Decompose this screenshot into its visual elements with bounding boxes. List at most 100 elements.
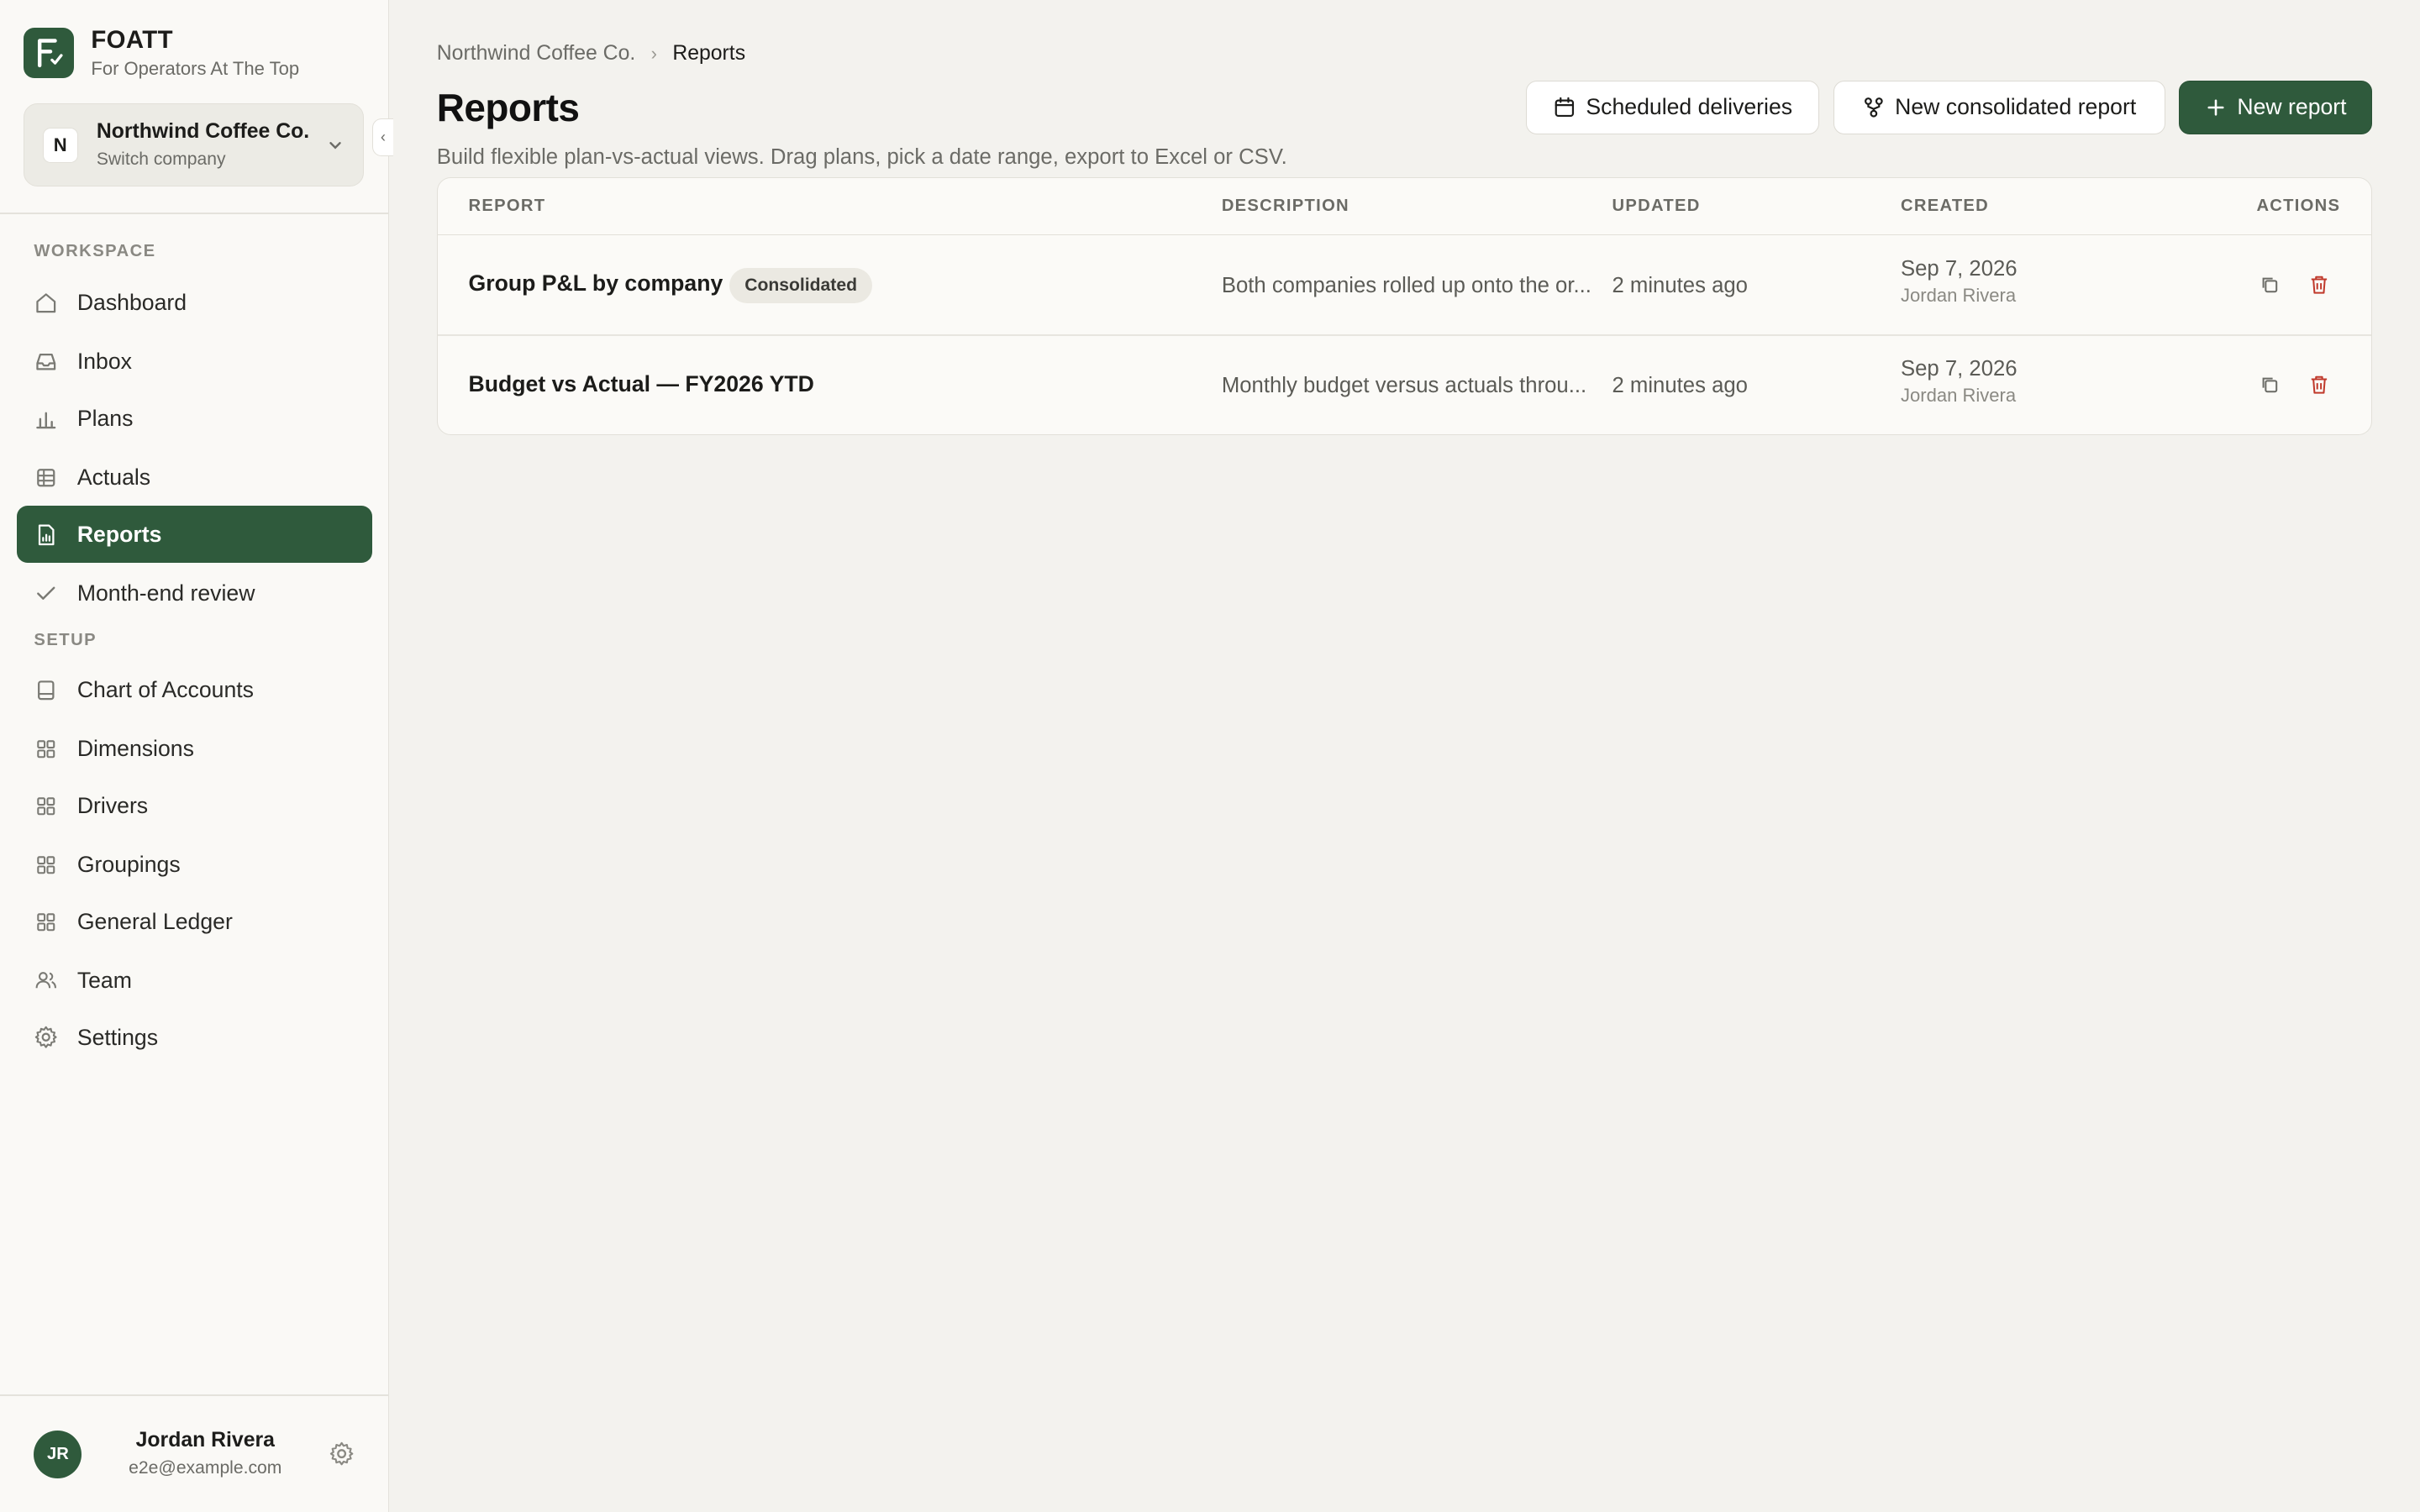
sidebar-item-label: General Ledger: [76, 908, 233, 934]
grid-icon: [34, 910, 58, 934]
company-switcher[interactable]: N Northwind Coffee Co. Switch company: [23, 103, 365, 187]
report-icon: [34, 522, 58, 547]
new-consolidated-report-button[interactable]: New consolidated report: [1833, 80, 2165, 134]
chevron-down-icon: [329, 141, 342, 150]
created-by: Jordan Rivera: [1900, 284, 2017, 306]
sidebar-item-label: Dimensions: [76, 736, 194, 762]
trash-icon[interactable]: [2308, 274, 2330, 296]
switch-company-label: Switch company: [96, 150, 226, 170]
chevron-left-icon: ‹: [380, 128, 387, 146]
brand-tagline: For Operators At The Top: [91, 57, 300, 79]
reports-table: REPORT DESCRIPTION UPDATED CREATED ACTIO…: [436, 177, 2372, 435]
company-avatar: N: [42, 127, 78, 163]
bar-chart-icon: [34, 407, 58, 431]
nav-section-setup: SETUP: [34, 631, 97, 650]
users-icon: [34, 969, 58, 993]
grid-icon: [34, 737, 58, 761]
sidebar-item-label: Month-end review: [76, 580, 255, 606]
book-icon: [34, 678, 58, 702]
sidebar-item-plans[interactable]: Plans: [17, 391, 371, 448]
avatar[interactable]: JR: [34, 1430, 82, 1478]
sidebar-item-label: Actuals: [76, 464, 151, 490]
sidebar-item-label: Groupings: [76, 851, 181, 877]
nav-section-workspace: WORKSPACE: [34, 242, 156, 261]
breadcrumb-current: Reports: [672, 41, 746, 65]
column-header-created[interactable]: CREATED: [1901, 197, 1989, 216]
page-subtitle: Build flexible plan-vs-actual views. Dra…: [436, 144, 1287, 169]
sidebar-item-team[interactable]: Team: [17, 952, 371, 1009]
column-header-actions: ACTIONS: [2256, 197, 2341, 216]
brand-logo-icon: [23, 27, 75, 79]
calendar-icon: [1554, 97, 1576, 118]
table-row[interactable]: Budget vs Actual — FY2026 YTD Monthly bu…: [438, 336, 2371, 434]
brand-name: FOATT: [91, 26, 173, 55]
new-report-label: New report: [2237, 94, 2347, 120]
sidebar-item-general-ledger[interactable]: General Ledger: [17, 893, 371, 950]
brand[interactable]: FOATT For Operators At The Top: [23, 26, 300, 80]
grid-icon: [34, 794, 58, 818]
gear-icon: [34, 1025, 58, 1049]
report-created: Sep 7, 2026 Jordan Rivera: [1901, 257, 2018, 307]
report-updated: 2 minutes ago: [1612, 374, 1748, 398]
sidebar-divider: [0, 213, 389, 215]
created-date: Sep 7, 2026: [1900, 256, 2018, 281]
table-row[interactable]: Group P&L by company Consolidated Both c…: [438, 235, 2371, 335]
new-consolidated-report-label: New consolidated report: [1895, 94, 2137, 120]
sidebar-item-inbox[interactable]: Inbox: [17, 333, 371, 391]
sidebar-item-settings[interactable]: Settings: [17, 1009, 371, 1066]
inbox-icon: [34, 349, 58, 374]
sidebar-item-actuals[interactable]: Actuals: [17, 449, 371, 506]
report-updated: 2 minutes ago: [1612, 274, 1748, 298]
company-name: Northwind Coffee Co.: [96, 119, 310, 143]
breadcrumb: Northwind Coffee Co. › Reports: [437, 42, 745, 66]
sidebar-item-label: Plans: [76, 406, 134, 432]
report-created: Sep 7, 2026 Jordan Rivera: [1901, 357, 2018, 407]
sidebar-item-drivers[interactable]: Drivers: [17, 778, 371, 835]
user-name: Jordan Rivera: [135, 1428, 275, 1452]
report-name-link[interactable]: Group P&L by company: [469, 270, 723, 297]
report-description: Monthly budget versus actuals throu...: [1221, 374, 1587, 398]
page-title: Reports: [436, 86, 580, 130]
report-name-link[interactable]: Budget vs Actual — FY2026 YTD: [469, 371, 814, 397]
gear-icon[interactable]: [329, 1441, 355, 1467]
sidebar-item-label: Drivers: [76, 793, 149, 819]
status-badge: Consolidated: [729, 267, 873, 303]
scheduled-deliveries-button[interactable]: Scheduled deliveries: [1526, 80, 1820, 134]
sidebar-item-label: Team: [76, 967, 132, 993]
sidebar-item-label: Chart of Accounts: [76, 677, 254, 703]
created-date: Sep 7, 2026: [1900, 357, 2018, 381]
sidebar-item-label: Settings: [76, 1024, 159, 1050]
created-by: Jordan Rivera: [1900, 384, 2017, 406]
grid-icon: [34, 853, 58, 877]
sidebar: FOATT For Operators At The Top N Northwi…: [0, 0, 389, 1512]
collapse-sidebar-button[interactable]: ‹: [371, 118, 394, 156]
home-icon: [34, 291, 58, 315]
sidebar-item-month-end-review[interactable]: Month-end review: [17, 564, 371, 622]
table-header: REPORT DESCRIPTION UPDATED CREATED ACTIO…: [437, 178, 2371, 236]
breadcrumb-company-link[interactable]: Northwind Coffee Co.: [437, 42, 635, 66]
user-email: e2e@example.com: [129, 1457, 282, 1478]
plus-icon: [2205, 97, 2227, 118]
report-description: Both companies rolled up onto the or...: [1221, 274, 1591, 298]
sidebar-item-groupings[interactable]: Groupings: [17, 836, 371, 893]
sidebar-item-dashboard[interactable]: Dashboard: [17, 275, 371, 332]
merge-icon: [1863, 97, 1885, 118]
column-header-report[interactable]: REPORT: [469, 197, 546, 216]
table-icon: [34, 465, 58, 490]
sidebar-item-dimensions[interactable]: Dimensions: [17, 721, 371, 778]
duplicate-icon[interactable]: [2259, 374, 2281, 396]
sidebar-item-chart-of-accounts[interactable]: Chart of Accounts: [17, 662, 371, 719]
sidebar-footer-divider: [0, 1394, 389, 1397]
trash-icon[interactable]: [2308, 374, 2330, 396]
sidebar-item-label: Inbox: [76, 349, 132, 375]
sidebar-item-reports[interactable]: Reports: [17, 506, 372, 564]
sidebar-item-label: Reports: [76, 521, 162, 547]
column-header-updated[interactable]: UPDATED: [1612, 197, 1701, 216]
duplicate-icon[interactable]: [2259, 274, 2281, 296]
sidebar-item-label: Dashboard: [76, 290, 187, 316]
chevron-right-icon: ›: [650, 42, 657, 64]
scheduled-deliveries-label: Scheduled deliveries: [1586, 94, 1793, 120]
check-icon: [34, 581, 58, 606]
new-report-button[interactable]: New report: [2179, 80, 2372, 134]
column-header-description[interactable]: DESCRIPTION: [1222, 197, 1349, 216]
